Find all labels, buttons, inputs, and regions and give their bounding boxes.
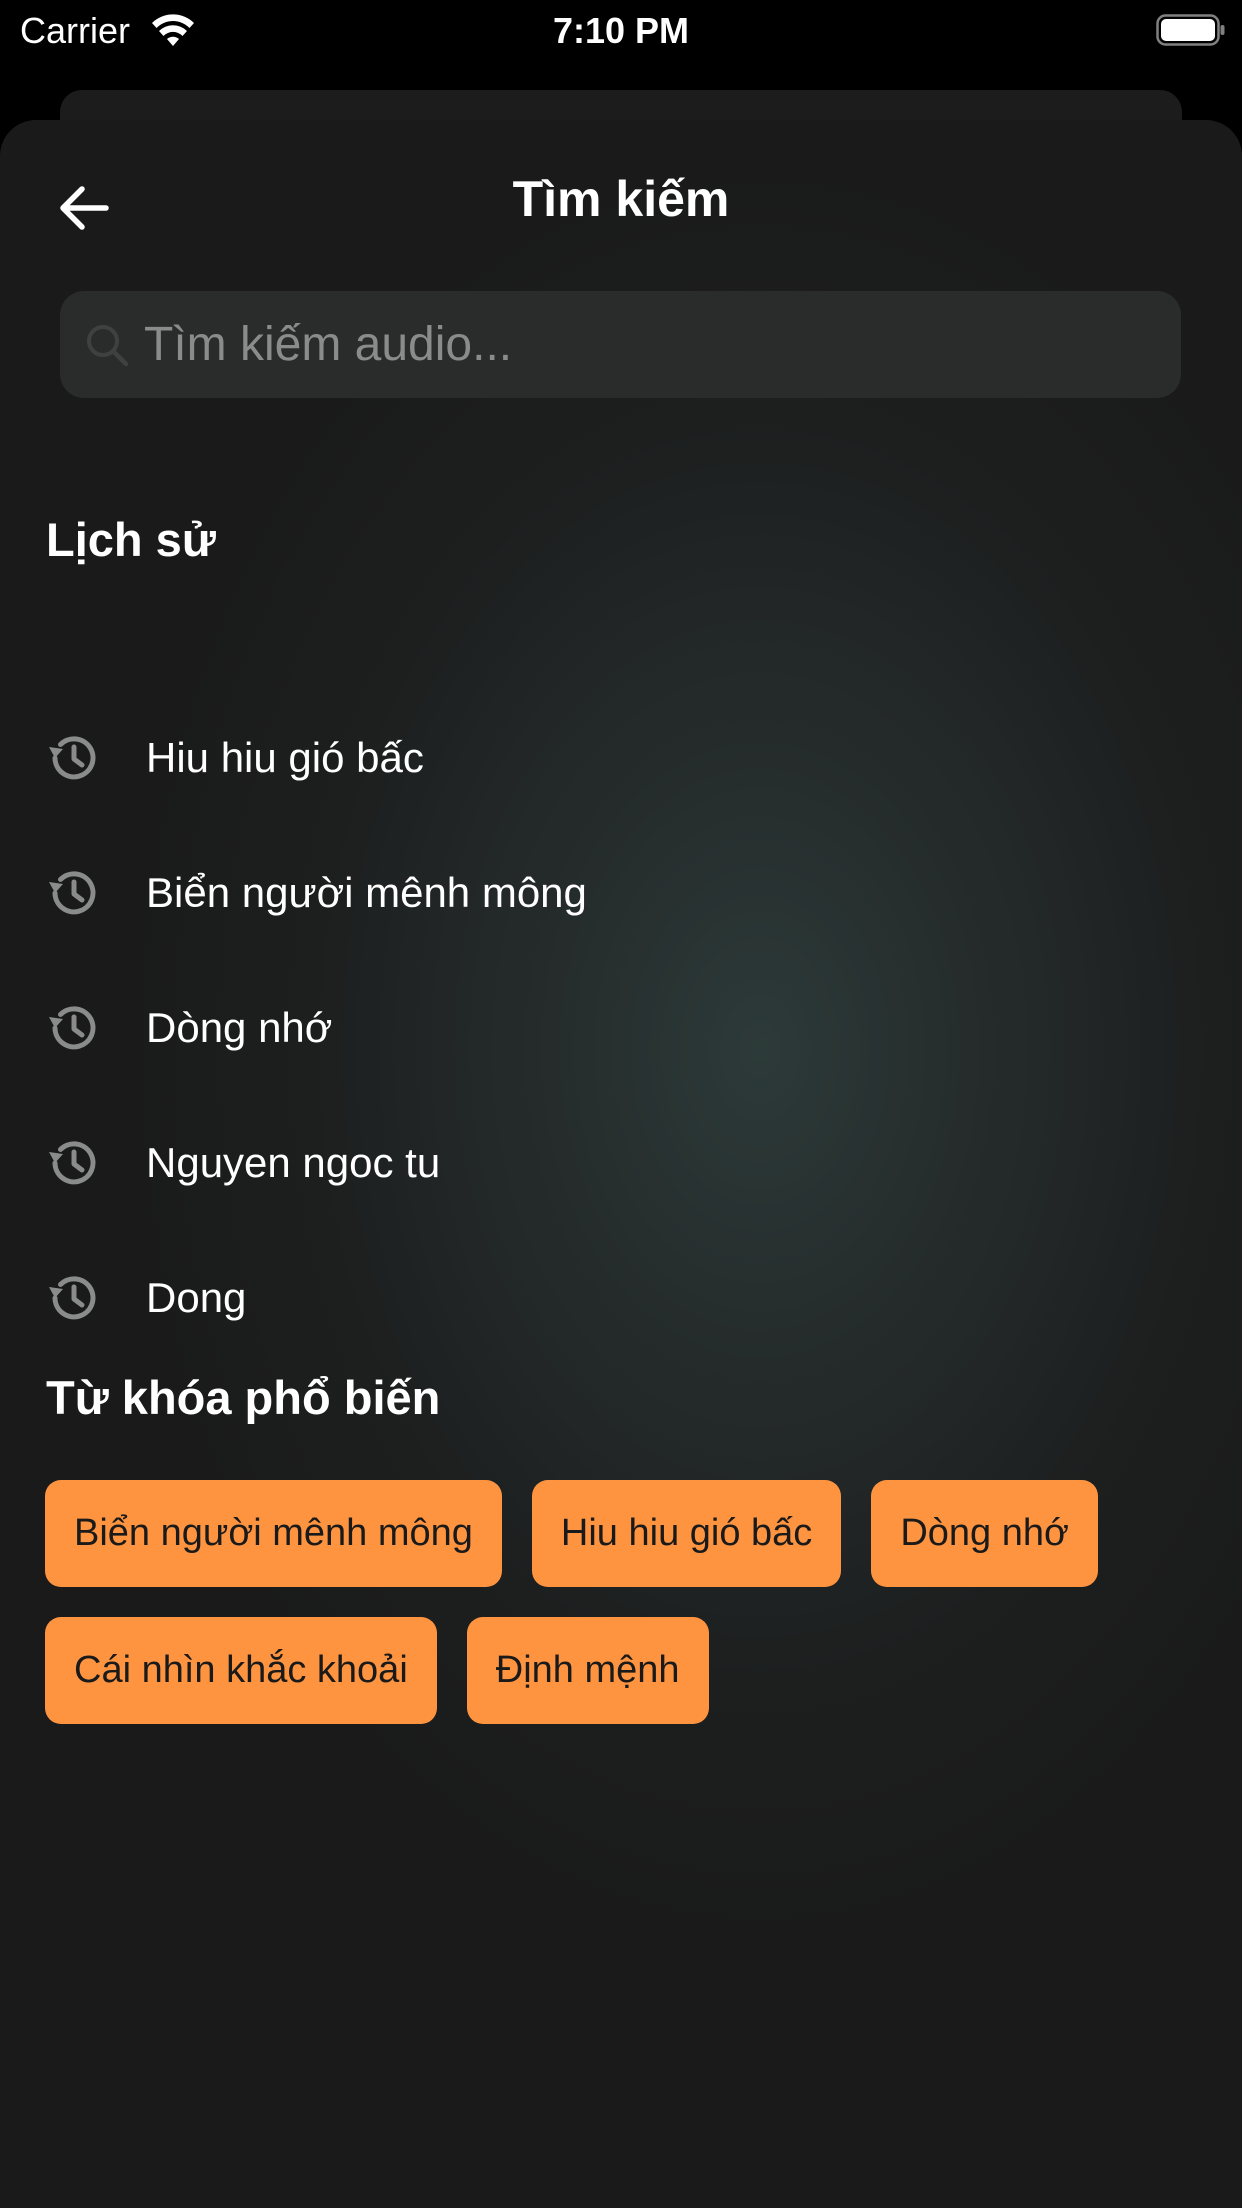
history-list: Hiu hiu gió bấc Biển người mênh mông Dòn… (0, 690, 1242, 1365)
clock: 7:10 PM (552, 10, 690, 51)
history-label: Dong (146, 1273, 247, 1321)
history-item[interactable]: Dong (0, 1230, 1242, 1365)
keyword-chip[interactable]: Biển người mênh mông (45, 1480, 502, 1587)
history-label: Hiu hiu gió bấc (146, 733, 424, 781)
search-input[interactable] (142, 316, 1157, 373)
keyword-chip[interactable]: Dòng nhớ (871, 1480, 1098, 1587)
status-bar: Carrier 7:10 PM (0, 0, 1242, 62)
keyword-chip[interactable]: Cái nhìn khắc khoải (45, 1617, 437, 1724)
search-icon (87, 324, 129, 366)
history-label: Nguyen ngoc tu (146, 1138, 441, 1186)
search-bar[interactable] (60, 291, 1181, 398)
history-label: Biển người mênh mông (146, 868, 587, 916)
history-item[interactable]: Biển người mênh mông (0, 825, 1242, 960)
history-item[interactable]: Dòng nhớ (0, 960, 1242, 1095)
history-icon (49, 870, 96, 914)
popular-keywords: Biển người mênh mông Hiu hiu gió bấc Dòn… (45, 1480, 1195, 1724)
history-item[interactable]: Nguyen ngoc tu (0, 1095, 1242, 1230)
history-icon (49, 1005, 96, 1049)
page-title: Tìm kiếm (512, 171, 730, 227)
keyword-chip[interactable]: Định mệnh (466, 1617, 709, 1724)
history-label: Dòng nhớ (146, 1003, 333, 1051)
history-icon (49, 1140, 96, 1184)
battery-icon (1156, 14, 1225, 46)
history-icon (49, 1275, 96, 1319)
popular-keywords-title: Từ khóa phổ biến (46, 1371, 441, 1424)
history-item[interactable]: Hiu hiu gió bấc (0, 690, 1242, 825)
search-sheet: Tìm kiếm Lịch sử Hiu hiu gió bấc Biển ng… (0, 120, 1242, 2208)
keyword-chip[interactable]: Hiu hiu gió bấc (531, 1480, 842, 1587)
history-title: Lịch sử (46, 513, 216, 566)
history-icon (49, 735, 96, 779)
